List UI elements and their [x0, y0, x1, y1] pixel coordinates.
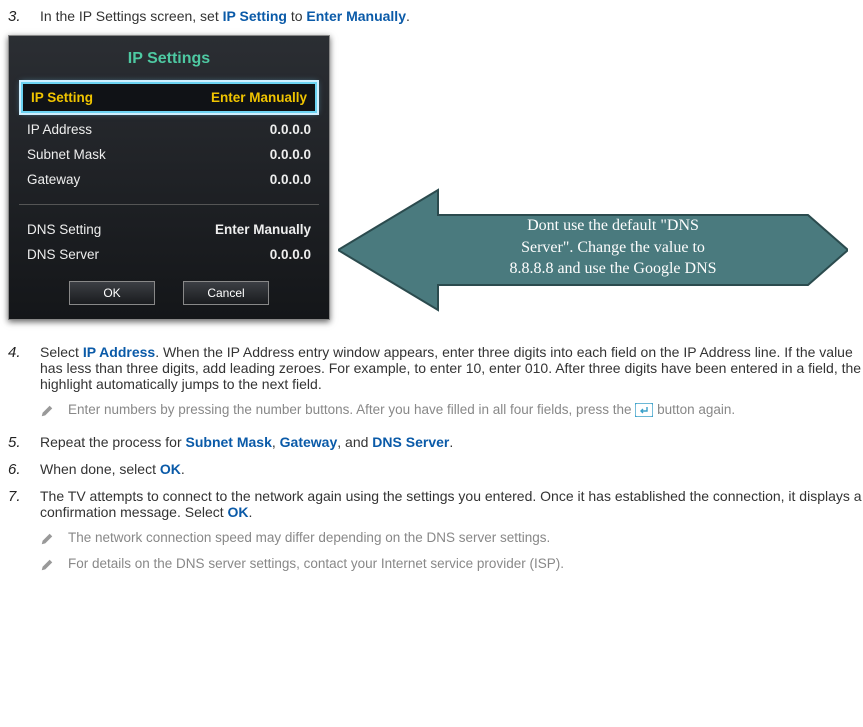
- row-label: DNS Setting: [27, 222, 101, 237]
- note-speed: The network connection speed may differ …: [40, 530, 863, 546]
- note-text: Enter numbers by pressing the number but…: [68, 402, 735, 418]
- step-body: The TV attempts to connect to the networ…: [40, 488, 863, 578]
- row-label: Subnet Mask: [27, 147, 106, 162]
- row-value: 0.0.0.0: [270, 147, 311, 162]
- step-body: In the IP Settings screen, set IP Settin…: [40, 8, 863, 25]
- keyword-enter-manually: Enter Manually: [306, 8, 406, 24]
- step-number: 4.: [8, 344, 40, 424]
- ip-settings-panel: IP Settings IP Setting Enter Manually IP…: [8, 35, 330, 320]
- keyword-subnet-mask: Subnet Mask: [186, 434, 272, 450]
- text: .: [449, 434, 453, 450]
- row-label: Gateway: [27, 172, 80, 187]
- cancel-button[interactable]: Cancel: [183, 281, 269, 305]
- text: button again.: [657, 402, 735, 417]
- note-text: For details on the DNS server settings, …: [68, 556, 564, 572]
- arrow-line: 8.8.8.8 and use the Google DNS: [509, 260, 716, 277]
- pencil-icon: [40, 532, 54, 546]
- row-gateway[interactable]: Gateway 0.0.0.0: [17, 167, 321, 192]
- text: .: [406, 8, 410, 24]
- step-number: 6.: [8, 461, 40, 478]
- text: . When the IP Address entry window appea…: [40, 344, 861, 392]
- step-4: 4. Select IP Address. When the IP Addres…: [8, 344, 863, 424]
- keyword-ok: OK: [160, 461, 181, 477]
- step-number: 5.: [8, 434, 40, 451]
- row-value: 0.0.0.0: [270, 172, 311, 187]
- step-3: 3. In the IP Settings screen, set IP Set…: [8, 8, 863, 25]
- keyword-gateway: Gateway: [280, 434, 338, 450]
- pencil-icon: [40, 404, 54, 418]
- row-subnet-mask[interactable]: Subnet Mask 0.0.0.0: [17, 142, 321, 167]
- row-label: DNS Server: [27, 247, 99, 262]
- row-value: 0.0.0.0: [270, 122, 311, 137]
- main-group: IP Setting Enter Manually IP Address 0.0…: [9, 78, 329, 196]
- panel-title: IP Settings: [9, 44, 329, 78]
- divider: [19, 204, 319, 205]
- step-5: 5. Repeat the process for Subnet Mask, G…: [8, 434, 863, 451]
- ok-button[interactable]: OK: [69, 281, 155, 305]
- enter-icon: [635, 403, 653, 417]
- row-dns-server[interactable]: DNS Server 0.0.0.0: [17, 242, 321, 267]
- keyword-ip-address: IP Address: [83, 344, 155, 360]
- text: , and: [337, 434, 372, 450]
- row-label: IP Setting: [31, 90, 93, 105]
- text: .: [249, 504, 253, 520]
- row-value: Enter Manually: [215, 222, 311, 237]
- step-6: 6. When done, select OK.: [8, 461, 863, 478]
- text: Select: [40, 344, 83, 360]
- text: Repeat the process for: [40, 434, 186, 450]
- arrow-text: Dont use the default "DNS Server". Chang…: [458, 215, 768, 280]
- row-value: 0.0.0.0: [270, 247, 311, 262]
- arrow-line: Server". Change the value to: [521, 239, 705, 256]
- text: ,: [272, 434, 280, 450]
- step-number: 7.: [8, 488, 40, 578]
- text: When done, select: [40, 461, 160, 477]
- keyword-ok: OK: [228, 504, 249, 520]
- panel-arrow-row: IP Settings IP Setting Enter Manually IP…: [8, 35, 863, 320]
- row-value: Enter Manually: [211, 90, 307, 105]
- arrow-callout: Dont use the default "DNS Server". Chang…: [338, 185, 848, 318]
- step-body: Repeat the process for Subnet Mask, Gate…: [40, 434, 863, 451]
- pencil-icon: [40, 558, 54, 572]
- row-label: IP Address: [27, 122, 92, 137]
- text: The TV attempts to connect to the networ…: [40, 488, 862, 520]
- note-isp: For details on the DNS server settings, …: [40, 556, 863, 572]
- step-body: Select IP Address. When the IP Address e…: [40, 344, 863, 424]
- keyword-dns-server: DNS Server: [372, 434, 449, 450]
- step-7: 7. The TV attempts to connect to the net…: [8, 488, 863, 578]
- step-number: 3.: [8, 8, 40, 25]
- row-ip-setting[interactable]: IP Setting Enter Manually: [21, 82, 317, 113]
- text: to: [291, 8, 307, 24]
- dns-group: DNS Setting Enter Manually DNS Server 0.…: [9, 213, 329, 271]
- row-ip-address[interactable]: IP Address 0.0.0.0: [17, 117, 321, 142]
- keyword-ip-setting: IP Setting: [223, 8, 287, 24]
- text: In the IP Settings screen, set: [40, 8, 223, 24]
- row-dns-setting[interactable]: DNS Setting Enter Manually: [17, 217, 321, 242]
- arrow-line: Dont use the default "DNS: [527, 217, 699, 234]
- step-body: When done, select OK.: [40, 461, 863, 478]
- text: Enter numbers by pressing the number but…: [68, 402, 635, 417]
- panel-buttons: OK Cancel: [9, 271, 329, 305]
- text: .: [181, 461, 185, 477]
- note-enter-numbers: Enter numbers by pressing the number but…: [40, 402, 863, 418]
- note-text: The network connection speed may differ …: [68, 530, 550, 546]
